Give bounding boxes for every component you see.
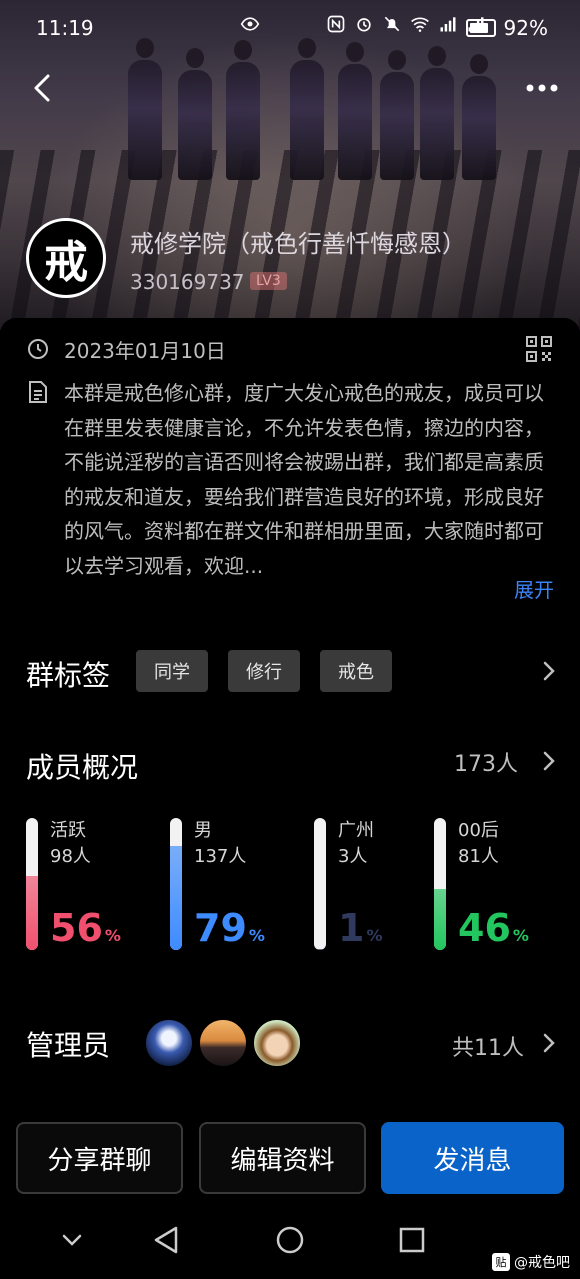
- stat-bar-fill: [170, 845, 182, 950]
- members-total[interactable]: 173人: [454, 746, 518, 778]
- group-id: 330169737: [130, 270, 245, 294]
- status-bar: 11:19 92%: [0, 0, 580, 56]
- eye-icon: [240, 17, 260, 31]
- stat-bar: [314, 818, 326, 950]
- level-badge: LV3: [250, 272, 287, 290]
- stat-bar: [170, 818, 182, 950]
- admin-avatar[interactable]: [198, 1018, 248, 1068]
- member-stat-region: 广州 3人 1%: [314, 816, 444, 956]
- qr-code-icon[interactable]: [526, 336, 552, 362]
- tag-chip[interactable]: 同学: [136, 650, 208, 692]
- back-triangle-icon[interactable]: [146, 1220, 186, 1260]
- stat-bar-fill: [26, 876, 38, 950]
- created-date-row: 2023年01月10日: [26, 334, 226, 364]
- stat-percent-unit: %: [104, 926, 121, 945]
- stat-bar-fill: [434, 889, 446, 950]
- hide-nav-chevron-icon[interactable]: [52, 1220, 92, 1260]
- stat-percent: 46%: [458, 906, 529, 950]
- watermark-text: @戒色吧: [514, 1255, 570, 1271]
- status-icons: [240, 14, 486, 34]
- more-options-icon[interactable]: [524, 76, 560, 100]
- status-time: 11:19: [36, 16, 94, 40]
- back-arrow-icon[interactable]: [28, 70, 60, 106]
- chevron-right-icon[interactable]: [542, 750, 556, 772]
- stat-percent-unit: %: [248, 926, 265, 945]
- stat-percent-unit: %: [512, 926, 529, 945]
- stat-bar-fill: [314, 948, 326, 950]
- wifi-icon: [411, 17, 429, 32]
- member-stat-male: 男 137人 79%: [170, 816, 300, 956]
- group-header: 戒 戒修学院（戒色行善忏悔感恩） 330169737 LV3: [26, 218, 566, 302]
- send-message-button[interactable]: 发消息: [381, 1122, 564, 1194]
- signal-icon: [440, 17, 456, 32]
- created-date: 2023年01月10日: [64, 338, 226, 363]
- stat-label: 广州: [338, 820, 374, 841]
- stat-bar: [434, 818, 446, 950]
- stat-percent-value: 1: [338, 906, 365, 950]
- stat-percent-value: 79: [194, 906, 247, 950]
- admins-title: 管理员: [26, 1029, 111, 1062]
- member-stat-active: 活跃 98人 56%: [26, 816, 156, 956]
- tag-chip[interactable]: 戒色: [320, 650, 392, 692]
- battery-icon: [465, 19, 496, 37]
- stat-percent-value: 56: [50, 906, 103, 950]
- stat-count: 81人: [458, 846, 499, 867]
- group-name: 戒修学院（戒色行善忏悔感恩）: [130, 230, 466, 258]
- document-icon: [29, 381, 47, 403]
- admins-total[interactable]: 共11人: [452, 1030, 524, 1062]
- home-circle-icon[interactable]: [270, 1220, 310, 1260]
- recents-square-icon[interactable]: [392, 1220, 432, 1260]
- members-title: 成员概况: [26, 751, 139, 784]
- stat-label: 活跃: [50, 820, 86, 841]
- admin-avatar[interactable]: [144, 1018, 194, 1068]
- stat-count: 98人: [50, 846, 91, 867]
- group-logo-char: 戒: [44, 237, 88, 288]
- clock-icon: [28, 339, 48, 359]
- stat-bar: [26, 818, 38, 950]
- member-stat-age: 00后 81人 46%: [434, 816, 564, 956]
- stat-label: 男: [194, 820, 212, 841]
- mute-icon: [384, 16, 400, 32]
- stat-label: 00后: [458, 820, 499, 841]
- chevron-right-icon[interactable]: [542, 1032, 556, 1054]
- stat-percent: 79%: [194, 906, 265, 950]
- group-avatar[interactable]: 戒: [26, 218, 106, 298]
- tags-title: 群标签: [26, 659, 111, 692]
- stat-percent: 1%: [338, 906, 382, 950]
- stat-percent: 56%: [50, 906, 121, 950]
- tieba-badge-icon: 贴: [492, 1253, 510, 1271]
- stat-percent-value: 46: [458, 906, 511, 950]
- share-group-button[interactable]: 分享群聊: [16, 1122, 183, 1194]
- stat-count: 3人: [338, 846, 368, 867]
- nfc-icon: [327, 15, 345, 33]
- group-description: 本群是戒色修心群，度广大发心戒色的戒友，成员可以在群里发表健康言论，不允许发表色…: [64, 381, 544, 578]
- stat-count: 137人: [194, 846, 247, 867]
- stat-percent-unit: %: [366, 926, 383, 945]
- chevron-right-icon[interactable]: [542, 660, 556, 682]
- alarm-icon: [357, 18, 371, 32]
- admin-avatar[interactable]: [252, 1018, 302, 1068]
- edit-profile-button[interactable]: 编辑资料: [199, 1122, 366, 1194]
- watermark: 贴 @戒色吧: [492, 1252, 570, 1272]
- tag-chip[interactable]: 修行: [228, 650, 300, 692]
- status-battery: 92%: [465, 16, 548, 40]
- expand-link[interactable]: 展开: [514, 574, 554, 603]
- battery-percent: 92%: [503, 16, 548, 40]
